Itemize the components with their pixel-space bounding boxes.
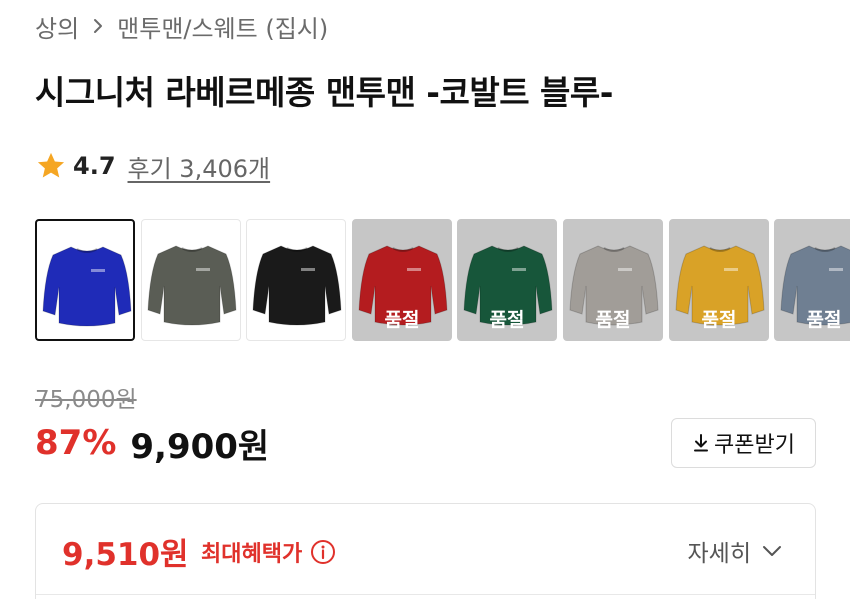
breadcrumb-item-top[interactable]: 상의 — [35, 9, 79, 44]
sale-price-row: 87% 9,900원 — [35, 420, 270, 467]
color-option-thumb[interactable] — [141, 219, 241, 341]
max-benefit-card: 9,510원 최대혜택가 자세히 — [35, 503, 816, 599]
sold-out-label: 품절 — [806, 309, 842, 331]
benefit-detail-toggle[interactable]: 자세히 — [688, 534, 783, 568]
color-option-thumb[interactable]: 품절 — [457, 219, 557, 341]
rating-score: 4.7 — [73, 152, 116, 180]
color-option-thumb[interactable]: 품절 — [563, 219, 663, 341]
color-option-thumb[interactable]: 품절 — [669, 219, 769, 341]
detail-toggle-label: 자세히 — [687, 541, 751, 567]
max-benefit-label: 최대혜택가 — [201, 536, 336, 568]
info-icon[interactable] — [310, 539, 336, 565]
max-benefit-price: 9,510원 — [62, 537, 189, 573]
color-option-list: 품절 품절 품절 품절 품절 — [35, 219, 850, 341]
breadcrumb: 상의 맨투맨/스웨트 (집시) — [35, 8, 328, 44]
sweatshirt-image — [147, 245, 237, 326]
chevron-down-icon — [761, 540, 783, 562]
sold-out-label: 품절 — [701, 309, 737, 331]
color-option-thumb[interactable] — [35, 219, 135, 341]
sold-out-label: 품절 — [489, 309, 525, 331]
sweatshirt-image — [252, 245, 342, 326]
max-benefit-label-text: 최대혜택가 — [201, 542, 303, 567]
rating-summary: 4.7 후기 3,406개 — [35, 148, 270, 184]
original-price: 75,000원 — [35, 387, 137, 413]
review-count-link[interactable]: 후기 3,406개 — [128, 149, 271, 184]
color-option-thumb[interactable]: 품절 — [352, 219, 452, 341]
sale-price: 9,900원 — [130, 426, 270, 467]
star-icon — [35, 150, 67, 182]
product-title: 시그니처 라베르메종 맨투맨 -코발트 블루- — [35, 73, 613, 112]
sweatshirt-image — [42, 246, 132, 327]
discount-rate: 87% — [35, 423, 117, 463]
color-option-thumb[interactable]: 품절 — [774, 219, 850, 341]
color-option-thumb[interactable] — [246, 219, 346, 341]
chevron-right-icon — [91, 17, 105, 35]
coupon-button-label: 쿠폰받기 — [714, 433, 795, 458]
breadcrumb-item-category[interactable]: 맨투맨/스웨트 (집시) — [117, 9, 328, 44]
download-icon — [692, 433, 710, 453]
card-divider — [36, 594, 815, 595]
sold-out-label: 품절 — [595, 309, 631, 331]
coupon-download-button[interactable]: 쿠폰받기 — [671, 418, 816, 468]
sold-out-label: 품절 — [384, 309, 420, 331]
